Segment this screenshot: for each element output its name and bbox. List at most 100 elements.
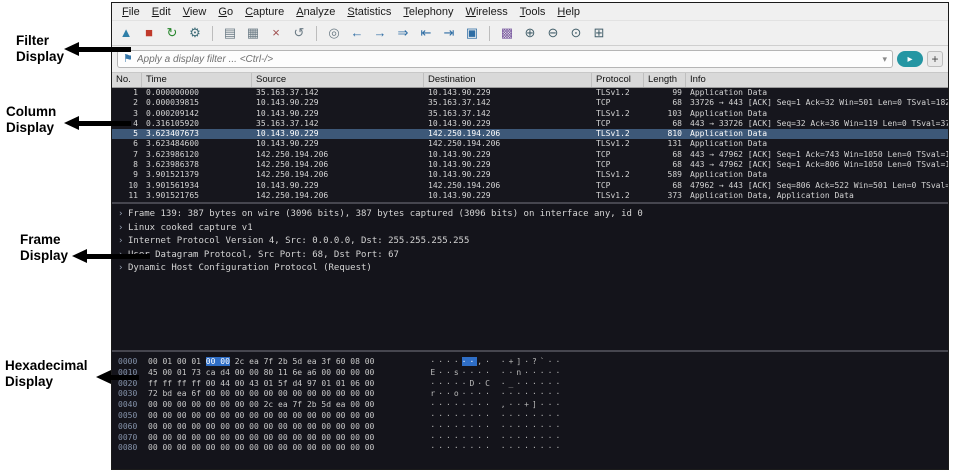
go-last-packet-icon[interactable]: ⇥: [441, 25, 457, 41]
start-capture-icon[interactable]: ▲: [118, 25, 134, 41]
packet-row[interactable]: 3 0.000209142 10.143.90.229 35.163.37.142 TL…: [112, 109, 948, 119]
packet-row-selected[interactable]: 5 3.623407673 10.143.90.229 142.250.194.206…: [112, 129, 948, 140]
packet-row[interactable]: 4 0.316105920 35.163.37.142 10.143.90.229 TC…: [112, 119, 948, 129]
packet-cell-time: 3.623407673: [146, 129, 199, 139]
packet-cell-length: 68: [672, 98, 682, 108]
hex-bytes: 00 00 00 00 00 00 00 00 2c ea 7f 2b 5d e…: [148, 400, 375, 410]
packet-cell-destination: 10.143.90.229: [428, 190, 491, 200]
save-file-icon[interactable]: ▦: [245, 25, 261, 41]
menu-help[interactable]: Help: [551, 5, 586, 19]
restart-capture-icon[interactable]: ↻: [164, 25, 180, 41]
packet-list-header: No. Time Source Destination Protocol Length In…: [112, 73, 948, 88]
hex-ascii: ······,· ·+]·?`··: [430, 357, 564, 366]
column-header-source[interactable]: Source: [252, 73, 424, 87]
close-file-icon[interactable]: ×: [268, 25, 284, 41]
hex-ascii: ········ ········: [430, 432, 564, 442]
menu-view[interactable]: View: [177, 5, 213, 19]
expander-icon[interactable]: ›: [118, 222, 128, 236]
packet-cell-time: 3.901561934: [146, 180, 199, 190]
annotation-hex-line1: Hexadecimal: [5, 358, 88, 373]
menu-telephony[interactable]: Telephony: [397, 5, 459, 19]
filter-history-caret-icon[interactable]: ▾: [882, 54, 887, 65]
packet-row[interactable]: 1 0.000000000 35.163.37.142 10.143.90.229 TL…: [112, 88, 948, 98]
find-packet-icon[interactable]: ◎: [326, 25, 342, 41]
packet-row[interactable]: 10 3.901561934 10.143.90.229 142.250.194.20…: [112, 181, 948, 191]
menu-go[interactable]: Go: [212, 5, 239, 19]
column-header-info[interactable]: Info: [686, 73, 948, 87]
expander-icon[interactable]: ›: [118, 262, 128, 276]
menu-tools[interactable]: Tools: [514, 5, 552, 19]
colorize-packets-icon[interactable]: ▩: [499, 25, 515, 41]
detail-tree-item[interactable]: › Dynamic Host Configuration Protocol (Re…: [112, 262, 948, 276]
hex-row[interactable]: 0040 00 00 00 00 00 00 00 00 2c ea 7f 2b …: [118, 400, 948, 411]
add-filter-button[interactable]: +: [927, 51, 943, 67]
expander-icon[interactable]: ›: [118, 235, 128, 249]
packet-cell-protocol: TCP: [596, 180, 611, 190]
capture-options-icon[interactable]: ⚙: [187, 25, 203, 41]
packet-row[interactable]: 9 3.901521379 142.250.194.206 10.143.90.229…: [112, 170, 948, 180]
menu-edit[interactable]: Edit: [146, 5, 177, 19]
packet-cell-protocol: TLSv1.2: [596, 139, 630, 149]
packet-cell-time: 3.901521765: [146, 190, 199, 200]
packet-cell-source: 10.143.90.229: [256, 108, 319, 118]
detail-tree-item[interactable]: › Linux cooked capture v1: [112, 222, 948, 236]
packet-cell-info: 443 → 33726 [ACK] Seq=32 Ack=36 Win=119 …: [690, 118, 948, 128]
packet-cell-length: 810: [667, 129, 682, 139]
detail-tree-item[interactable]: › Frame 139: 387 bytes on wire (3096 bits…: [112, 208, 948, 222]
hex-ascii: E··s···· ··n·····: [430, 367, 564, 377]
expander-icon[interactable]: ›: [118, 208, 128, 222]
column-header-destination[interactable]: Destination: [424, 73, 592, 87]
column-header-time[interactable]: Time: [142, 73, 252, 87]
hex-row[interactable]: 0000 00 01 00 01 00 00 2c ea 7f 2b 5d ea …: [118, 357, 948, 368]
hex-row[interactable]: 0070 00 00 00 00 00 00 00 00 00 00 00 00 …: [118, 433, 948, 444]
go-to-packet-icon[interactable]: ⇒: [395, 25, 411, 41]
menu-file[interactable]: File: [116, 5, 146, 19]
hex-row[interactable]: 0030 72 bd ea 6f 00 00 00 00 00 00 00 00 …: [118, 389, 948, 400]
annotation-frame-line1: Frame: [20, 232, 61, 247]
zoom-original-icon[interactable]: ⊙: [568, 25, 584, 41]
hex-row[interactable]: 0050 00 00 00 00 00 00 00 00 00 00 00 00 …: [118, 411, 948, 422]
go-forward-icon[interactable]: →: [372, 25, 388, 41]
packet-row[interactable]: 11 3.901521765 142.250.194.206 10.143.90.22…: [112, 191, 948, 201]
packet-cell-destination: 35.163.37.142: [428, 108, 491, 118]
open-file-icon[interactable]: ▤: [222, 25, 238, 41]
menu-wireless[interactable]: Wireless: [460, 5, 514, 19]
menu-capture[interactable]: Capture: [239, 5, 290, 19]
column-header-protocol[interactable]: Protocol: [592, 73, 644, 87]
apply-filter-button[interactable]: ▸: [897, 51, 923, 67]
packet-cell-info: Application Data, Application Data: [690, 190, 854, 200]
stop-capture-icon[interactable]: ■: [141, 25, 157, 41]
packet-row[interactable]: 2 0.000039815 10.143.90.229 35.163.37.142 TC…: [112, 98, 948, 108]
column-header-length[interactable]: Length: [644, 73, 686, 87]
wireshark-window: File Edit View Go Capture Analyze Statistics Te…: [111, 2, 949, 470]
menu-analyze[interactable]: Analyze: [290, 5, 341, 19]
reload-file-icon[interactable]: ↺: [291, 25, 307, 41]
hex-row[interactable]: 0010 45 00 01 73 ca d4 00 00 80 11 6e a6 …: [118, 368, 948, 379]
hex-row[interactable]: 0060 00 00 00 00 00 00 00 00 00 00 00 00 …: [118, 422, 948, 433]
packet-cell-destination: 10.143.90.229: [428, 118, 491, 128]
filter-input-wrap[interactable]: ⚑ ▾: [117, 50, 893, 68]
zoom-out-icon[interactable]: ⊖: [545, 25, 561, 41]
packet-cell-source: 10.143.90.229: [256, 98, 319, 108]
packet-row[interactable]: 8 3.623986378 142.250.194.206 10.143.90.229…: [112, 160, 948, 170]
hex-bytes: 00 00 00 00 00 00 00 00 00 00 00 00 00 0…: [148, 432, 375, 442]
packet-row[interactable]: 7 3.623986120 142.250.194.206 10.143.90.229…: [112, 150, 948, 160]
display-filter-input[interactable]: [136, 53, 879, 65]
hex-row[interactable]: 0020 ff ff ff ff 00 44 00 43 01 5f d4 97 …: [118, 379, 948, 390]
packet-cell-length: 68: [672, 149, 682, 159]
detail-tree-item[interactable]: › Internet Protocol Version 4, Src: 0.0.0…: [112, 235, 948, 249]
auto-scroll-icon[interactable]: ▣: [464, 25, 480, 41]
packet-cell-protocol: TCP: [596, 160, 611, 170]
detail-tree-item[interactable]: ›User Datagram Protocol, Src Port: 68, D…: [112, 249, 948, 263]
packet-row[interactable]: 6 3.623484600 10.143.90.229 142.250.194.206…: [112, 139, 948, 149]
annotation-hexadecimal-display: Hexadecimal Display: [5, 358, 88, 390]
zoom-in-icon[interactable]: ⊕: [522, 25, 538, 41]
resize-columns-icon[interactable]: ⊞: [591, 25, 607, 41]
menu-statistics[interactable]: Statistics: [341, 5, 397, 19]
go-back-icon[interactable]: ←: [349, 25, 365, 41]
packet-cell-source: 10.143.90.229: [256, 139, 319, 149]
packet-cell-source: 142.250.194.206: [256, 160, 329, 170]
column-header-no[interactable]: No.: [112, 73, 142, 87]
go-first-packet-icon[interactable]: ⇤: [418, 25, 434, 41]
hex-row[interactable]: 0080 00 00 00 00 00 00 00 00 00 00 00 00 …: [118, 443, 948, 454]
